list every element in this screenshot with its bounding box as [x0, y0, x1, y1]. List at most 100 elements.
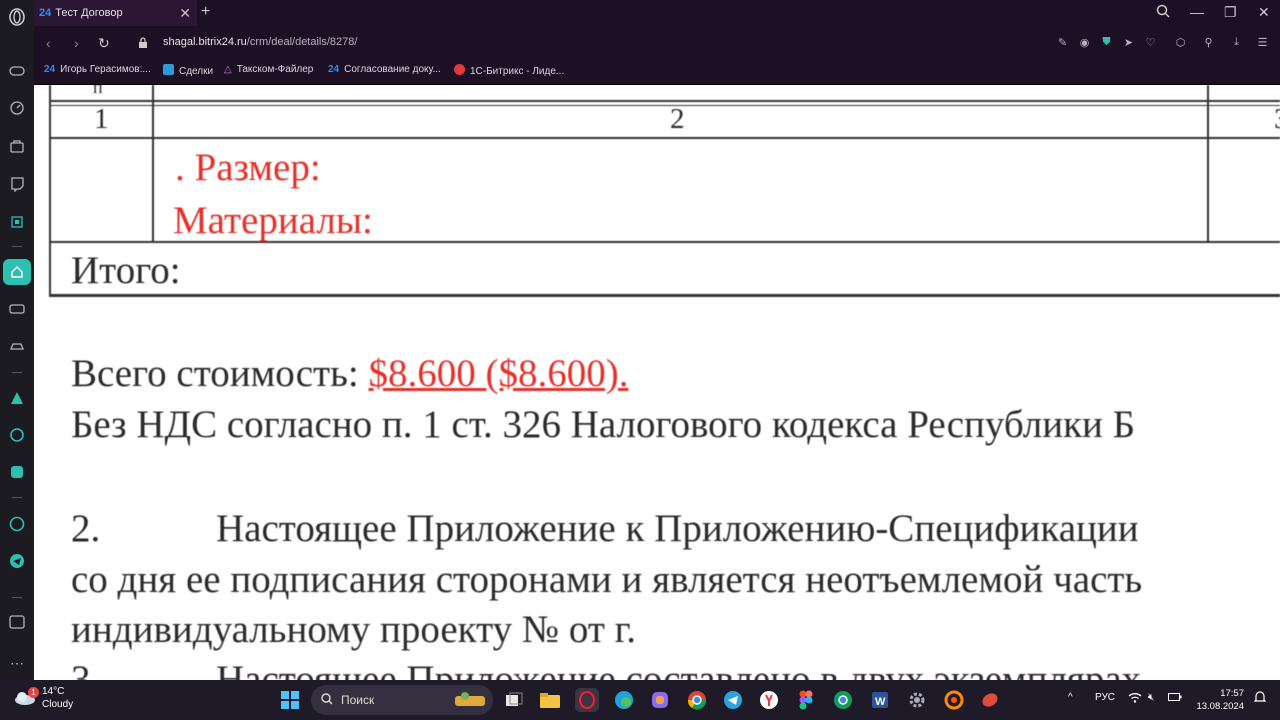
- heart-icon[interactable]: ♡: [1144, 36, 1157, 49]
- table-line: [49, 105, 1280, 106]
- speed-dial-icon[interactable]: [8, 99, 26, 117]
- language-indicator[interactable]: РУС: [1095, 692, 1115, 703]
- url-field[interactable]: shagal.bitrix24.ru/crm/deal/details/8278…: [163, 36, 357, 48]
- easy-setup-icon[interactable]: ☰: [1256, 36, 1269, 49]
- clock[interactable]: 17:57 13.08.2024: [1196, 687, 1244, 713]
- forward-button[interactable]: ›: [74, 35, 79, 51]
- bookmark-label: Согласование доку...: [344, 64, 441, 75]
- chrome-icon[interactable]: [685, 688, 709, 712]
- table-border-col2: [1207, 85, 1209, 243]
- opera-logo-icon[interactable]: [8, 8, 26, 26]
- minimize-button[interactable]: —: [1190, 4, 1204, 20]
- taskbar-search[interactable]: Поиск: [311, 685, 493, 715]
- chrome-profile-icon[interactable]: [831, 688, 855, 712]
- bookmark-taxcom[interactable]: △ Такском-Файлер: [224, 64, 313, 75]
- clause3-number: 3.: [71, 658, 101, 680]
- bag-icon[interactable]: [8, 137, 26, 155]
- weather-desc: Cloudy: [42, 699, 74, 710]
- whatsapp-icon[interactable]: [8, 515, 26, 533]
- telegram-icon[interactable]: [8, 552, 26, 570]
- search-tabs-icon[interactable]: [1156, 4, 1170, 21]
- bookmark-agreement[interactable]: 24 Согласование доку...: [328, 64, 441, 75]
- table-border-col1: [152, 85, 154, 243]
- back-button[interactable]: ‹: [46, 35, 51, 51]
- more-icon[interactable]: ⋯: [8, 654, 26, 672]
- notifications-icon[interactable]: [1253, 690, 1267, 707]
- clause3-line1: Настоящее Приложение составлено в двух э…: [216, 658, 1142, 680]
- sidebar-separator: [12, 497, 22, 498]
- chatgpt-icon[interactable]: [8, 426, 26, 444]
- bitrix24-icon: 24: [44, 64, 56, 75]
- cpu-icon[interactable]: [8, 213, 26, 231]
- clause2-line2: со дня ее подписания сторонами и являетс…: [71, 558, 1143, 601]
- copilot-icon[interactable]: [648, 688, 672, 712]
- opera-sidebar: ⋯: [0, 0, 34, 680]
- profile-icon[interactable]: ⚲: [1202, 36, 1215, 49]
- chatsonic-icon[interactable]: [8, 463, 26, 481]
- table-col-number-1: 1: [94, 103, 109, 135]
- figma-icon[interactable]: [794, 688, 818, 712]
- edit-icon[interactable]: ✎: [1056, 36, 1069, 49]
- cube-icon[interactable]: ⬡: [1174, 36, 1187, 49]
- svg-text:W: W: [875, 696, 886, 708]
- word-icon[interactable]: W: [868, 688, 892, 712]
- bookmark-igor[interactable]: 24 Игорь Герасимов:...: [44, 64, 151, 75]
- edge-icon[interactable]: [612, 688, 636, 712]
- close-window-button[interactable]: ✕: [1258, 4, 1270, 21]
- url-domain: shagal.bitrix24.ru: [163, 36, 247, 48]
- total-cost-value[interactable]: $8.600 ($8.600).: [368, 352, 628, 395]
- camera-icon[interactable]: ◉: [1078, 36, 1091, 49]
- send-icon[interactable]: ➤: [1122, 36, 1135, 49]
- lock-icon[interactable]: [138, 36, 148, 48]
- yandex-browser-icon[interactable]: [757, 688, 781, 712]
- volume-icon[interactable]: 🔇︎: [1148, 692, 1154, 703]
- tab-active[interactable]: 24 Тест Договор ✕: [34, 0, 197, 26]
- bookmark-1c-bitrix[interactable]: 1С-Битрикс - Лиде...: [454, 64, 564, 78]
- bitrix-icon: [454, 64, 465, 78]
- windows-start-icon[interactable]: [278, 688, 302, 712]
- maximize-button[interactable]: ❐: [1224, 4, 1237, 21]
- timer-app-icon[interactable]: [942, 688, 966, 712]
- taxcom-icon: △: [224, 64, 232, 75]
- controller-icon[interactable]: [8, 300, 26, 318]
- clock-date: 13.08.2024: [1196, 701, 1244, 712]
- car-icon[interactable]: [8, 338, 26, 356]
- search-highlight-icon: [453, 690, 487, 711]
- close-tab-icon[interactable]: ✕: [179, 5, 191, 22]
- document-viewer[interactable]: п 1 2 3 . Размер: Материалы: Итого: Всег…: [34, 85, 1280, 680]
- clock-time: 17:57: [1220, 688, 1244, 699]
- telegram-taskbar-icon[interactable]: [721, 688, 745, 712]
- bitrix24-icon: 24: [328, 64, 340, 75]
- table-header-fragment: п: [93, 85, 103, 97]
- app-icon[interactable]: [978, 688, 1002, 712]
- table-line: [49, 100, 1280, 102]
- clause2-line3: индивидуальному проекту № от г.: [71, 608, 636, 651]
- gamepad-icon[interactable]: [8, 62, 26, 80]
- deals-icon: [163, 64, 174, 78]
- home-icon[interactable]: [3, 259, 31, 285]
- tray-expand-icon[interactable]: ^: [1068, 692, 1073, 703]
- opera-taskbar-icon[interactable]: [575, 688, 599, 712]
- twitch-icon[interactable]: [8, 175, 26, 193]
- bookmark-label: Такском-Файлер: [236, 64, 314, 75]
- bookmark-deals[interactable]: Сделки: [163, 64, 213, 78]
- table-col-number-3: 3: [1274, 103, 1280, 136]
- weather-badge: 1: [28, 687, 39, 698]
- download-icon[interactable]: ⤓: [1230, 36, 1243, 49]
- bookmark-label: 1С-Битрикс - Лиде...: [470, 65, 565, 77]
- battery-icon[interactable]: [1168, 692, 1182, 705]
- image-icon[interactable]: [8, 613, 26, 631]
- new-tab-button[interactable]: +: [201, 3, 210, 21]
- aria-ai-icon[interactable]: [8, 389, 26, 407]
- wifi-icon[interactable]: [1128, 692, 1142, 706]
- settings-gear-icon[interactable]: [905, 688, 929, 712]
- materials-label: Материалы:: [173, 199, 373, 242]
- reload-button[interactable]: ↻: [98, 35, 110, 52]
- task-view-icon[interactable]: [502, 688, 526, 712]
- vpn-shield-icon[interactable]: ⛊: [1100, 36, 1113, 49]
- taskbar: 1 14°C Cloudy Поиск W ^ РУС 🔇︎ 17:57 13.…: [0, 680, 1280, 720]
- bitrix24-favicon-icon: 24: [39, 7, 52, 19]
- tab-title: Тест Договор: [55, 7, 123, 19]
- address-bar: ‹ › ↻ shagal.bitrix24.ru/crm/deal/detail…: [34, 28, 1280, 58]
- file-explorer-icon[interactable]: [538, 688, 562, 712]
